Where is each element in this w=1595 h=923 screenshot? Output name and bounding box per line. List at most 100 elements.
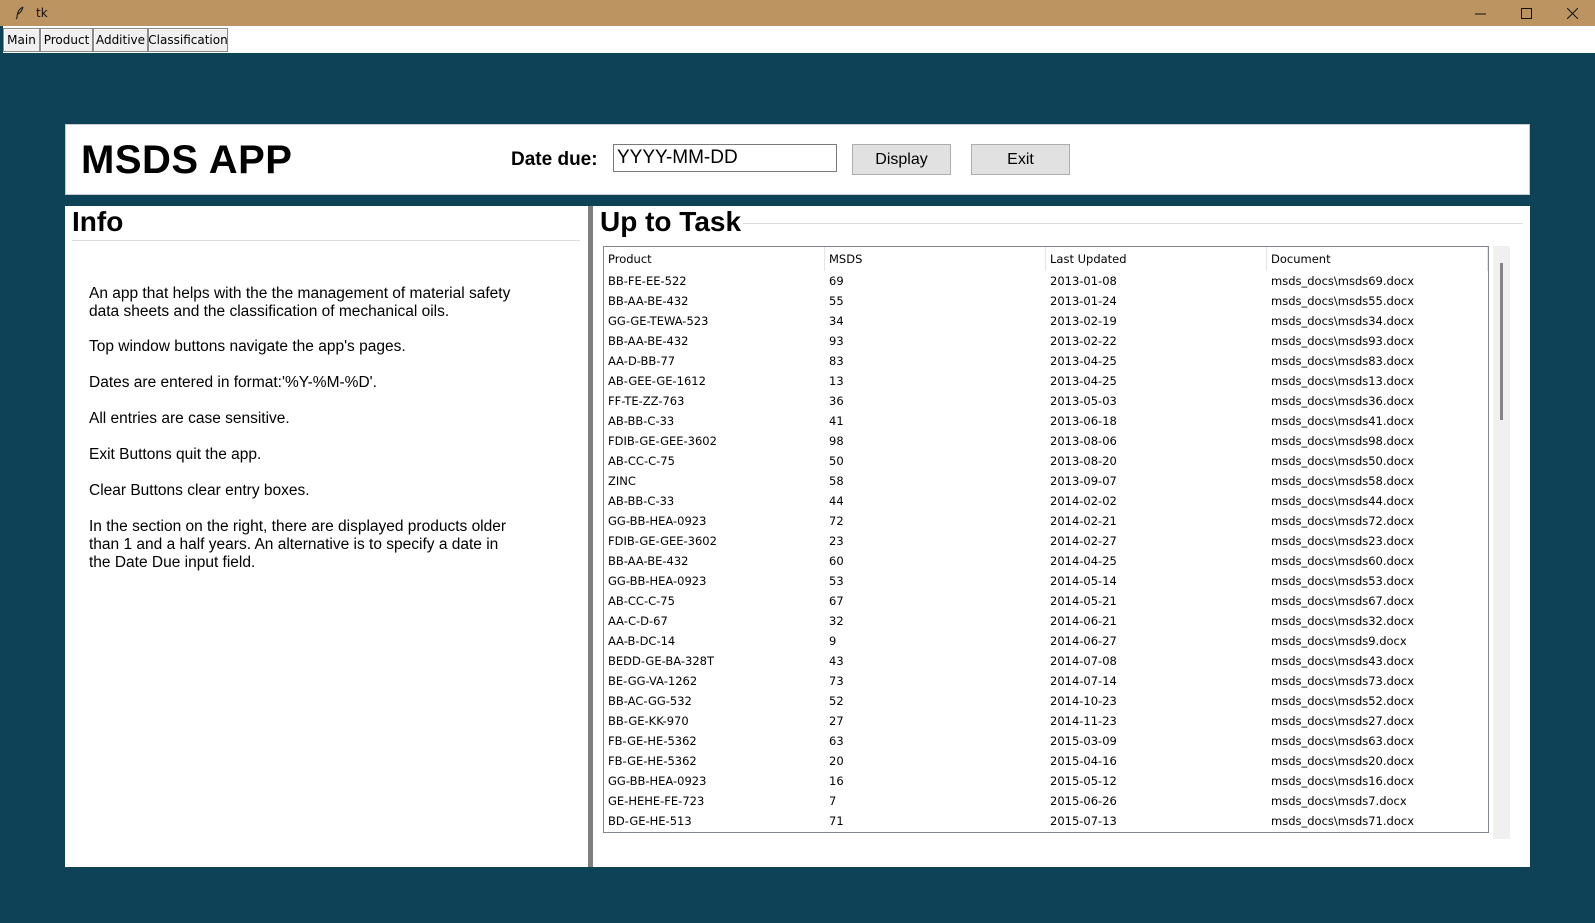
- cell-last-updated: 2015-03-09: [1050, 734, 1117, 748]
- cell-product: GG-BB-HEA-0923: [608, 514, 707, 528]
- table-row[interactable]: AB-BB-C-33 44 2014-02-02 msds_docs\msds44.d…: [604, 491, 1488, 511]
- cell-msds: 20: [829, 754, 844, 768]
- table-row[interactable]: FDIB-GE-GEE-3602 23 2014-02-27 msds_docs\ms…: [604, 531, 1488, 551]
- cell-product: BEDD-GE-BA-328T: [608, 654, 714, 668]
- cell-msds: 69: [829, 274, 844, 288]
- nav-classification-button[interactable]: Classification: [148, 28, 228, 52]
- cell-document: msds_docs\msds63.docx: [1271, 734, 1414, 748]
- cell-product: GG-BB-HEA-0923: [608, 774, 707, 788]
- table-row[interactable]: FB-GE-HE-5362 20 2015-04-16 msds_docs\msds2…: [604, 751, 1488, 771]
- cell-msds: 7: [829, 794, 837, 808]
- cell-last-updated: 2013-08-06: [1050, 434, 1117, 448]
- table-row[interactable]: BB-FE-EE-522 69 2013-01-08 msds_docs\msds69…: [604, 271, 1488, 291]
- close-button[interactable]: [1549, 0, 1595, 26]
- table-row[interactable]: BB-AA-BE-432 93 2013-02-22 msds_docs\msds93…: [604, 331, 1488, 351]
- table-row[interactable]: AA-D-BB-77 83 2013-04-25 msds_docs\msds83.d…: [604, 351, 1488, 371]
- info-paragraph: In the section on the right, there are d…: [89, 518, 507, 571]
- cell-last-updated: 2015-04-16: [1050, 754, 1117, 768]
- table-row[interactable]: ZINC 58 2013-09-07 msds_docs\msds58.docx: [604, 471, 1488, 491]
- cell-document: msds_docs\msds36.docx: [1271, 394, 1414, 408]
- table-row[interactable]: GG-BB-HEA-0923 72 2014-02-21 msds_docs\msds…: [604, 511, 1488, 531]
- cell-msds: 58: [829, 474, 844, 488]
- cell-product: GE-HEHE-FE-723: [608, 794, 705, 808]
- cell-msds: 23: [829, 534, 844, 548]
- table-row[interactable]: BB-AC-GG-532 52 2014-10-23 msds_docs\msds52…: [604, 691, 1488, 711]
- minimize-button[interactable]: [1457, 0, 1503, 26]
- column-header-document[interactable]: Document: [1267, 247, 1488, 271]
- table-row[interactable]: AB-CC-C-75 50 2013-08-20 msds_docs\msds50.d…: [604, 451, 1488, 471]
- cell-msds: 93: [829, 334, 844, 348]
- cell-document: msds_docs\msds20.docx: [1271, 754, 1414, 768]
- window-titlebar[interactable]: tk: [0, 0, 1595, 26]
- cell-last-updated: 2014-04-25: [1050, 554, 1117, 568]
- scrollbar-thumb[interactable]: [1500, 263, 1503, 420]
- date-due-input[interactable]: [613, 144, 837, 172]
- column-header-product[interactable]: Product: [604, 247, 825, 271]
- cell-msds: 16: [829, 774, 844, 788]
- task-table[interactable]: Product MSDS Last Updated Document BB-FE…: [603, 246, 1489, 833]
- table-row[interactable]: AA-C-D-67 32 2014-06-21 msds_docs\msds32.do…: [604, 611, 1488, 631]
- table-row[interactable]: FB-GE-HE-5362 63 2015-03-09 msds_docs\msds6…: [604, 731, 1488, 751]
- cell-document: msds_docs\msds27.docx: [1271, 714, 1414, 728]
- cell-product: AB-CC-C-75: [608, 454, 675, 468]
- cell-last-updated: 2015-06-26: [1050, 794, 1117, 808]
- table-row[interactable]: FDIB-GE-GEE-3602 98 2013-08-06 msds_docs\ms…: [604, 431, 1488, 451]
- cell-document: msds_docs\msds9.docx: [1271, 634, 1407, 648]
- cell-document: msds_docs\msds41.docx: [1271, 414, 1414, 428]
- cell-product: BB-AA-BE-432: [608, 334, 689, 348]
- table-row[interactable]: GG-BB-HEA-0923 16 2015-05-12 msds_docs\msds…: [604, 771, 1488, 791]
- cell-product: BB-AC-GG-532: [608, 694, 692, 708]
- cell-product: FDIB-GE-GEE-3602: [608, 534, 717, 548]
- table-row[interactable]: GG-BB-HEA-0923 53 2014-05-14 msds_docs\msds…: [604, 571, 1488, 591]
- nav-main-button[interactable]: Main: [3, 28, 40, 52]
- table-row[interactable]: GE-HEHE-FE-723 7 2015-06-26 msds_docs\msds7…: [604, 791, 1488, 811]
- cell-msds: 9: [829, 634, 837, 648]
- cell-last-updated: 2014-05-21: [1050, 594, 1117, 608]
- table-row[interactable]: BEDD-GE-BA-328T 43 2014-07-08 msds_docs\msd…: [604, 651, 1488, 671]
- maximize-button[interactable]: [1503, 0, 1549, 26]
- cell-msds: 41: [829, 414, 844, 428]
- exit-button[interactable]: Exit: [971, 144, 1070, 175]
- column-header-msds[interactable]: MSDS: [825, 247, 1046, 271]
- table-row[interactable]: AB-CC-C-75 67 2014-05-21 msds_docs\msds67.d…: [604, 591, 1488, 611]
- task-title: Up to Task: [600, 206, 742, 237]
- cell-last-updated: 2015-05-12: [1050, 774, 1117, 788]
- table-row[interactable]: BB-GE-KK-970 27 2014-11-23 msds_docs\msds27…: [604, 711, 1488, 731]
- info-paragraph: Clear Buttons clear entry boxes.: [89, 482, 310, 499]
- cell-product: BB-AA-BE-432: [608, 554, 689, 568]
- display-button[interactable]: Display: [852, 144, 951, 175]
- cell-product: AB-BB-C-33: [608, 414, 675, 428]
- cell-msds: 55: [829, 294, 844, 308]
- cell-document: msds_docs\msds73.docx: [1271, 674, 1414, 688]
- cell-product: FDIB-GE-GEE-3602: [608, 434, 717, 448]
- nav-additive-button[interactable]: Additive: [93, 28, 148, 52]
- table-row[interactable]: GG-GE-TEWA-523 34 2013-02-19 msds_docs\msds…: [604, 311, 1488, 331]
- table-row[interactable]: BD-GE-HE-513 71 2015-07-13 msds_docs\msds71…: [604, 811, 1488, 831]
- table-row[interactable]: BB-AA-BE-432 60 2014-04-25 msds_docs\msds60…: [604, 551, 1488, 571]
- table-row[interactable]: BB-AA-BE-432 55 2013-01-24 msds_docs\msds55…: [604, 291, 1488, 311]
- cell-msds: 98: [829, 434, 844, 448]
- cell-msds: 13: [829, 374, 844, 388]
- cell-last-updated: 2014-06-27: [1050, 634, 1117, 648]
- cell-last-updated: 2013-08-20: [1050, 454, 1117, 468]
- table-row[interactable]: BE-GG-VA-1262 73 2014-07-14 msds_docs\msds7…: [604, 671, 1488, 691]
- header-panel: MSDS APP Date due: Display Exit: [65, 124, 1530, 195]
- cell-product: AB-CC-C-75: [608, 594, 675, 608]
- table-row[interactable]: AB-GEE-GE-1612 13 2013-04-25 msds_docs\msds…: [604, 371, 1488, 391]
- table-row[interactable]: FF-TE-ZZ-763 36 2013-05-03 msds_docs\msds36…: [604, 391, 1488, 411]
- table-scrollbar[interactable]: [1493, 246, 1510, 839]
- nav-bar: Main Product Additive Classification: [3, 26, 1595, 53]
- table-row[interactable]: AB-BB-C-33 41 2013-06-18 msds_docs\msds41.d…: [604, 411, 1488, 431]
- cell-product: ZINC: [608, 474, 636, 488]
- feather-icon: [12, 5, 28, 21]
- info-divider: [72, 240, 580, 241]
- cell-last-updated: 2013-04-25: [1050, 354, 1117, 368]
- table-row[interactable]: AA-B-DC-14 9 2014-06-27 msds_docs\msds9.doc…: [604, 631, 1488, 651]
- cell-msds: 43: [829, 654, 844, 668]
- nav-product-button[interactable]: Product: [40, 28, 93, 52]
- cell-last-updated: 2014-06-21: [1050, 614, 1117, 628]
- cell-msds: 52: [829, 694, 844, 708]
- column-header-last-updated[interactable]: Last Updated: [1046, 247, 1267, 271]
- cell-last-updated: 2014-05-14: [1050, 574, 1117, 588]
- cell-document: msds_docs\msds71.docx: [1271, 814, 1414, 828]
